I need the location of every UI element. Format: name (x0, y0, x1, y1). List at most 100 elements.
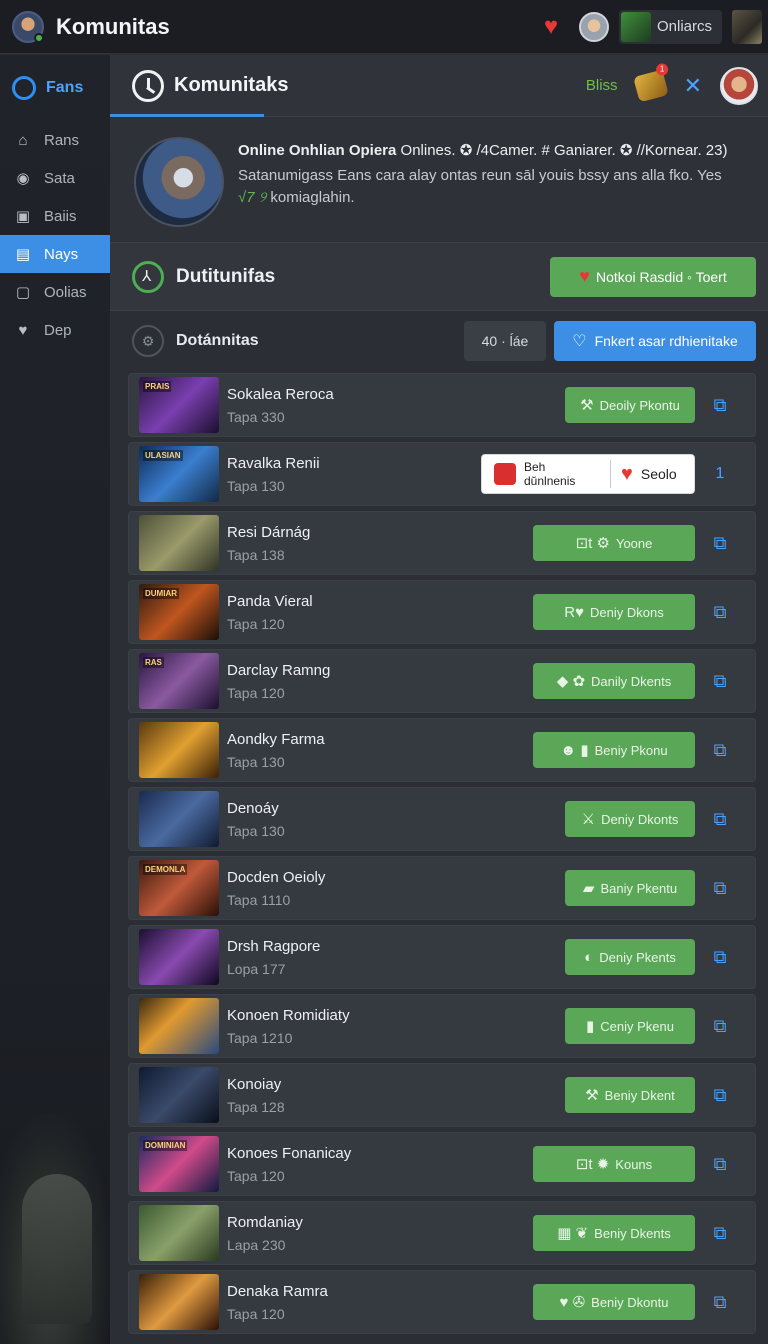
list-item[interactable]: Aondky Farma Tapa 130 ☻ ▮ Beniy Pkonu ⧉ (128, 718, 756, 782)
count-select[interactable]: 40 · ĺáe (464, 321, 546, 361)
share-icon[interactable]: ⧉ (695, 740, 745, 761)
sidebar-item-label: Oolias (44, 283, 87, 301)
game-thumbnail[interactable]: DUMIAR (139, 584, 219, 640)
row-action-button[interactable]: ◆ ✿ Danily Dkents (533, 663, 695, 699)
game-thumbnail[interactable]: ULASIAN (139, 446, 219, 502)
filter-title: Dotánnitas (176, 332, 259, 349)
action-popover[interactable]: Beh dŭnlnenis ♥ Seolo (481, 454, 695, 494)
share-icon[interactable]: ⧉ (695, 533, 745, 554)
section-header: Dutitunifas ♥ Notkoi Rasdid ◦ Toert (110, 243, 768, 311)
share-icon[interactable]: ⧉ (695, 1016, 745, 1037)
heart-icon[interactable]: ♥ (533, 13, 569, 41)
row-action-button[interactable]: ▦ ❦ Beniy Dkents (533, 1215, 695, 1251)
share-icon[interactable]: ⧉ (695, 1292, 745, 1313)
sidebar-item-5[interactable]: ♥ Dep (0, 311, 110, 349)
share-icon[interactable]: ⧉ (695, 671, 745, 692)
share-count[interactable]: 1 (695, 465, 745, 483)
game-thumbnail[interactable] (139, 998, 219, 1054)
heart-icon: ♥ (621, 462, 633, 485)
list-item[interactable]: RAS Darclay Ramng Tapa 120 ◆ ✿ Danily Dkents… (128, 649, 756, 713)
action-label: Beniy Dkontu (591, 1294, 669, 1310)
game-thumbnail[interactable] (139, 1067, 219, 1123)
popover-right[interactable]: Seolo (641, 466, 677, 482)
row-name: Sokalea Reroca (227, 385, 334, 403)
list-item[interactable]: DOMINIAN Konoes Fonanicay Tapa 120 ⊡t ✹ Koun… (128, 1132, 756, 1196)
sidebar-item-label: Rans (44, 131, 80, 149)
sidebar-item-0[interactable]: ⌂ Rans (0, 121, 110, 159)
share-icon[interactable]: ⧉ (695, 1085, 745, 1106)
action-label: Ceniy Pkenu (600, 1018, 674, 1034)
sidebar-item-1[interactable]: ◉ Sata (0, 159, 110, 197)
sidebar-item-3[interactable]: ▤ Nays (0, 235, 110, 273)
row-name: Ravalka Renii (227, 454, 320, 472)
popover-left[interactable]: Beh dŭnlnenis (524, 460, 604, 488)
list-item[interactable]: Drsh Ragpore Lopa 177 ◐ Deniy Pkents ⧉ (128, 925, 756, 989)
bliss-link[interactable]: Bliss (586, 77, 618, 94)
game-thumbnail[interactable] (139, 722, 219, 778)
thumbnail-tag: PRAIS (143, 381, 172, 392)
action-label: Deoily Pkontu (599, 397, 680, 413)
row-subtitle: Tapa 120 (227, 615, 285, 632)
close-icon[interactable]: ✕ (684, 73, 702, 99)
share-icon[interactable]: ⧉ (695, 1154, 745, 1175)
row-action-button[interactable]: ☻ ▮ Beniy Pkonu (533, 732, 695, 768)
row-action-button[interactable]: ⊡t ⚙ Yoone (533, 525, 695, 561)
find-button[interactable]: ♡ Fnkert asar rdhienitake (554, 321, 756, 361)
game-thumbnail[interactable] (139, 1205, 219, 1261)
profile-avatar[interactable] (12, 10, 44, 43)
sidebar-brand-label: Fans (46, 79, 84, 96)
row-action-button[interactable]: R♥ Deniy Dkons (533, 594, 695, 630)
game-thumbnail[interactable]: DOMINIAN (139, 1136, 219, 1192)
sidebar-item-4[interactable]: ▢ Oolias (0, 273, 110, 311)
row-action-button[interactable]: ⚒ Deoily Pkontu (565, 387, 695, 423)
user-avatar[interactable] (578, 11, 609, 42)
row-action-button[interactable]: ▮ Ceniy Pkenu (565, 1008, 695, 1044)
row-action-button[interactable]: ⊡t ✹ Kouns (533, 1146, 695, 1182)
list-item[interactable]: Resi Dárnág Tapa 138 ⊡t ⚙ Yoone ⧉ (128, 511, 756, 575)
coins-badge: 1 (655, 63, 668, 76)
sidebar-brand[interactable]: Fans (0, 55, 110, 121)
row-action-button[interactable]: ♥ ✇ Beniy Dkontu (533, 1284, 695, 1320)
list-item[interactable]: Denaka Ramra Tapa 120 ♥ ✇ Beniy Dkontu ⧉ (128, 1270, 756, 1334)
list-item[interactable]: Denoáy Tapa 130 ⚔ Deniy Dkonts ⧉ (128, 787, 756, 851)
list-item[interactable]: Romdaniay Lapa 230 ▦ ❦ Beniy Dkents ⧉ (128, 1201, 756, 1265)
row-action-button[interactable]: ⚔ Deniy Dkonts (565, 801, 695, 837)
game-thumbnail[interactable] (732, 9, 762, 44)
action-item-icon: ⚔ (581, 811, 596, 828)
game-thumbnail[interactable] (139, 1274, 219, 1330)
heart-icon: ♥ (18, 321, 28, 339)
share-icon[interactable]: ⧉ (695, 878, 745, 899)
game-thumbnail[interactable]: PRAIS (139, 377, 219, 433)
online-status-dot (34, 32, 44, 43)
row-action-button[interactable]: ▰ Baniy Pkentu (565, 870, 695, 906)
game-thumbnail[interactable]: DEMONLA (139, 860, 219, 916)
row-action-button[interactable]: ◐ Deniy Pkents (565, 939, 695, 975)
profile-picture[interactable] (134, 137, 224, 227)
game-thumbnail[interactable] (139, 515, 219, 571)
action-label: Beniy Pkonu (594, 742, 668, 758)
game-thumbnail[interactable]: RAS (139, 653, 219, 709)
list-item[interactable]: Konoiay Tapa 128 ⚒ Beniy Dkent ⧉ (128, 1063, 756, 1127)
notify-button[interactable]: ♥ Notkoi Rasdid ◦ Toert (550, 256, 756, 297)
list-item[interactable]: ULASIAN Ravalka Renii Tapa 130 Beh dŭnlnenis… (128, 442, 756, 506)
share-icon[interactable]: ⧉ (695, 602, 745, 623)
row-action-button[interactable]: ⚒ Beniy Dkent (565, 1077, 695, 1113)
notify-label: Notkoi Rasdid ◦ Toert (595, 268, 727, 285)
gift-icon (494, 463, 516, 485)
game-thumbnail[interactable] (139, 929, 219, 985)
action-item-icon: ▰ (582, 880, 595, 897)
thumbnail-tag: ULASIAN (143, 450, 183, 461)
header-avatar[interactable] (720, 66, 758, 105)
share-icon[interactable]: ⧉ (695, 395, 745, 416)
coins-icon[interactable]: 1 (632, 63, 669, 102)
list-item[interactable]: Konoen Romidiaty Tapa 1210 ▮ Ceniy Pkenu ⧉ (128, 994, 756, 1058)
list-item[interactable]: PRAIS Sokalea Reroca Tapa 330 ⚒ Deoily Pkont… (128, 373, 756, 437)
share-icon[interactable]: ⧉ (695, 947, 745, 968)
online-chip[interactable]: Onliarcs (618, 9, 722, 44)
list-item[interactable]: DEMONLA Docden Oeioly Tapa 1110 ▰ Baniy Pken… (128, 856, 756, 920)
game-thumbnail[interactable] (139, 791, 219, 847)
sidebar-item-2[interactable]: ▣ Baiis (0, 197, 110, 235)
share-icon[interactable]: ⧉ (695, 1223, 745, 1244)
share-icon[interactable]: ⧉ (695, 809, 745, 830)
list-item[interactable]: DUMIAR Panda Vieral Tapa 120 R♥ Deniy Dkons ⧉ (128, 580, 756, 644)
